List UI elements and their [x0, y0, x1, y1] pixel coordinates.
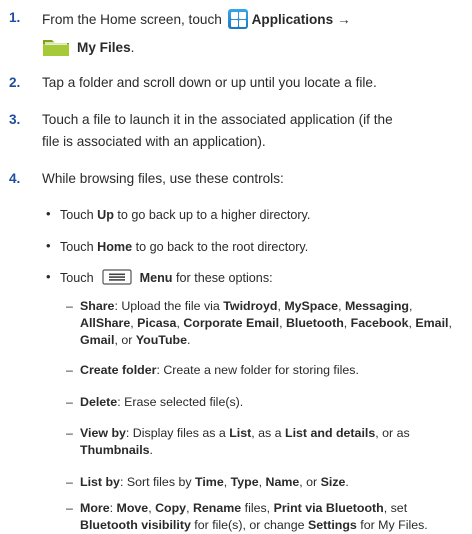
- menu-label: Menu: [139, 271, 173, 285]
- applications-label: Applications: [251, 12, 334, 27]
- bullet-text: to go back up to a higher directory.: [117, 208, 311, 222]
- copy-label: Copy: [155, 501, 187, 515]
- step-text: While browsing files, use these controls…: [42, 171, 284, 186]
- bullet-text: for these options:: [176, 271, 273, 285]
- bullet-text: Touch: [60, 208, 94, 222]
- time-label: Time: [195, 475, 224, 489]
- list-by-label: List by: [80, 475, 120, 489]
- corporate-email-label: Corporate Email: [183, 316, 280, 330]
- step-text: Tap a folder and scroll down or up until…: [42, 75, 377, 90]
- name-label: Name: [265, 475, 300, 489]
- option-text: , as a: [251, 426, 282, 440]
- create-folder-label: Create folder: [80, 363, 157, 377]
- option-text: or: [121, 333, 133, 347]
- instructions-page: 1. From the Home screen, touch Applicati…: [0, 0, 472, 532]
- step-number: 2.: [9, 75, 21, 90]
- bluetooth-visibility-label: Bluetooth visibility: [80, 518, 191, 532]
- settings-label: Settings: [307, 518, 357, 532]
- type-label: Type: [230, 475, 259, 489]
- move-label: Move: [116, 501, 149, 515]
- option-text: files,: [244, 501, 271, 515]
- up-label: Up: [97, 208, 114, 222]
- messaging-label: Messaging: [344, 299, 409, 313]
- rename-label: Rename: [192, 501, 242, 515]
- twidroyd-label: Twidroyd: [223, 299, 278, 313]
- bluetooth-label: Bluetooth: [285, 316, 344, 330]
- bullet-text: Touch: [60, 271, 94, 285]
- email-label: Email: [415, 316, 449, 330]
- list-and-details-label: List and details: [285, 426, 376, 440]
- arrow-glyph: →: [336, 12, 351, 27]
- facebook-label: Facebook: [350, 316, 409, 330]
- option-text: : Upload the file via: [114, 299, 220, 313]
- option-text: or: [306, 475, 318, 489]
- option-text: , set: [383, 501, 408, 515]
- my-files-label: My Files: [77, 40, 131, 55]
- view-by-label: View by: [80, 426, 126, 440]
- step-text: From the Home screen, touch: [42, 12, 222, 27]
- bullet-text: Touch: [60, 240, 94, 254]
- picasa-label: Picasa: [137, 316, 177, 330]
- home-label: Home: [97, 240, 133, 254]
- my-files-folder-icon: [43, 40, 69, 56]
- bullet-text: to go back to the root directory.: [135, 240, 309, 254]
- option-text: , or as: [375, 426, 410, 440]
- step-text-line1: Touch a file to launch it in the associa…: [42, 112, 393, 127]
- period: .: [130, 40, 135, 55]
- menu-icon: [102, 269, 132, 285]
- step-number: 4.: [9, 171, 21, 186]
- thumbnails-label: Thumbnails: [80, 443, 150, 457]
- youtube-label: YouTube: [135, 333, 187, 347]
- print-via-bluetooth-label: Print via Bluetooth: [273, 501, 384, 515]
- size-label: Size: [320, 475, 346, 489]
- option-text: : Create a new folder for storing files.: [156, 363, 359, 377]
- step-number: 3.: [9, 112, 21, 127]
- share-label: Share: [80, 299, 115, 313]
- step-number: 1.: [9, 10, 21, 25]
- applications-grid-icon: [227, 9, 248, 29]
- step-text-line2: file is associated with an application).: [42, 134, 266, 149]
- more-label: More: [80, 501, 110, 515]
- option-text: : Display files as a: [125, 426, 226, 440]
- allshare-label: AllShare: [80, 316, 131, 330]
- myspace-label: MySpace: [284, 299, 339, 313]
- delete-label: Delete: [80, 395, 118, 409]
- option-text: for My Files.: [360, 518, 428, 532]
- option-text: for file(s), or change: [194, 518, 305, 532]
- list-label: List: [229, 426, 252, 440]
- option-text: : Erase selected file(s).: [117, 395, 244, 409]
- option-text: : Sort files by: [119, 475, 192, 489]
- gmail-label: Gmail: [80, 333, 115, 347]
